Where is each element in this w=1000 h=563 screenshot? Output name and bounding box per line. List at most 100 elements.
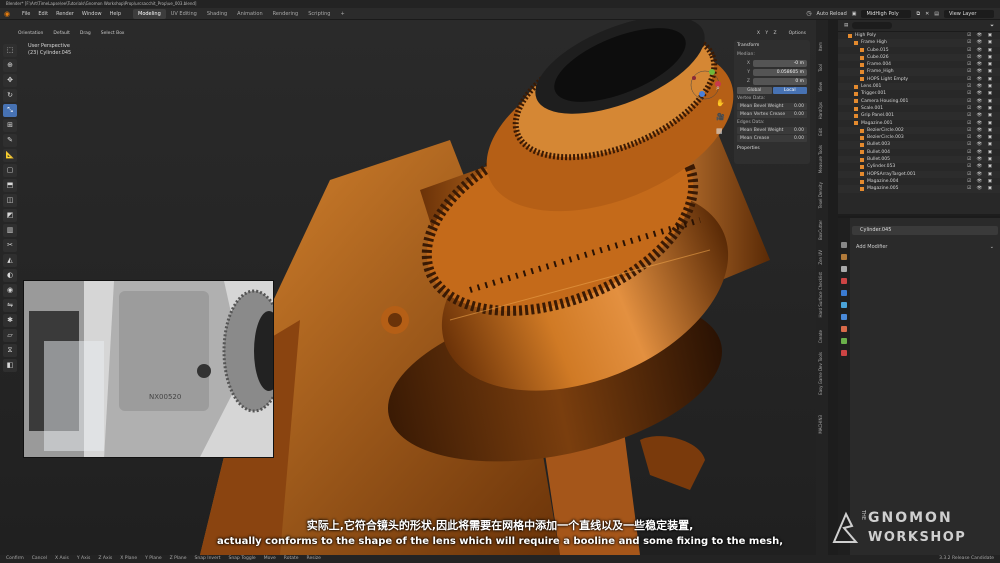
close-scene-icon[interactable]: ✕ — [925, 11, 929, 17]
tab-shading[interactable]: Shading — [202, 9, 232, 19]
zoom-icon[interactable]: ⌕ — [716, 84, 725, 93]
outliner-row[interactable]: Bullet.003 ☑ 👁 ▣ — [838, 141, 1000, 149]
modifier-props-icon[interactable] — [841, 290, 847, 296]
menu-file[interactable]: File — [18, 11, 34, 17]
outliner-row[interactable]: Cube.026 ☑ 👁 ▣ — [838, 53, 1000, 62]
particles-props-icon[interactable] — [841, 302, 847, 308]
tab-item[interactable]: Item — [818, 42, 823, 51]
tab-measure-tools[interactable]: Measure Tools — [818, 145, 823, 173]
move-icon[interactable]: ✥ — [3, 74, 17, 87]
outliner-search-input[interactable] — [852, 22, 893, 29]
tab-rendering[interactable]: Rendering — [268, 9, 304, 19]
pan-hand-icon[interactable]: ✋ — [716, 99, 725, 107]
outliner-row[interactable]: Cube.015 ☑ 👁 ▣ — [838, 47, 1000, 54]
edge-bevel-weight[interactable]: Mean Bevel Weight 0.00 — [737, 127, 807, 134]
rotate-icon[interactable]: ↻ — [3, 89, 17, 102]
edge-crease[interactable]: Mean Crease 0.00 — [737, 135, 807, 142]
tab-machin3[interactable]: MACHIN3 — [818, 415, 823, 434]
object-name-field[interactable]: Cylinder.045 — [852, 226, 998, 235]
tab-create[interactable]: Create — [818, 330, 823, 343]
visibility-toggles-icon[interactable]: ☑ 👁 ▣ — [967, 163, 1000, 170]
knife-icon[interactable]: ✂ — [3, 239, 17, 252]
outliner-row[interactable]: Cylinder.053 ☑ 👁 ▣ — [838, 163, 1000, 170]
copy-scene-icon[interactable]: ⧉ — [916, 11, 920, 17]
tab-scripting[interactable]: Scripting — [303, 9, 335, 19]
bevel-icon[interactable]: ◩ — [3, 209, 17, 222]
visibility-toggles-icon[interactable]: ☑ 👁 ▣ — [967, 90, 1000, 97]
rip-icon[interactable]: ⧖ — [3, 344, 17, 357]
tab-boxcutter[interactable]: BoxCutter — [818, 220, 823, 240]
visibility-toggles-icon[interactable]: ☑ 👁 ▣ — [967, 105, 1000, 112]
tab-tool[interactable]: Tool — [818, 64, 823, 72]
visibility-toggles-icon[interactable]: ☑ 👁 ▣ — [967, 178, 1000, 185]
annotate-icon[interactable]: ✎ — [3, 134, 17, 147]
menu-window[interactable]: Window — [78, 11, 106, 17]
tab-uv-editing[interactable]: UV Editing — [166, 9, 202, 19]
view-layer-selector[interactable]: View Layer — [944, 9, 994, 18]
outliner-row[interactable]: Scale.001 ☑ 👁 ▣ — [838, 105, 1000, 112]
transform-icon[interactable]: ⊞ — [3, 119, 17, 132]
tab-hard-surface-checklist[interactable]: Hard Surface Checklist — [818, 272, 823, 318]
visibility-toggles-icon[interactable]: ☑ 👁 ▣ — [967, 149, 1000, 156]
perspective-icon[interactable]: ▦ — [716, 127, 725, 135]
tab-animation[interactable]: Animation — [232, 9, 268, 19]
properties-header[interactable]: Properties — [737, 146, 807, 151]
tool-props-icon[interactable] — [841, 242, 847, 248]
x-field[interactable]: -0 m — [753, 59, 807, 67]
visibility-toggles-icon[interactable]: ☑ 👁 ▣ — [967, 171, 1000, 178]
outliner-row[interactable]: Lens.001 ☑ 👁 ▣ — [838, 83, 1000, 91]
scene-selector[interactable]: MidHigh Poly — [861, 9, 912, 18]
outliner-row[interactable]: Magazine.005 ☑ 👁 ▣ — [838, 185, 1000, 193]
smooth-icon[interactable]: ◉ — [3, 284, 17, 297]
add-cube-icon[interactable]: ▢ — [3, 164, 17, 177]
visibility-toggles-icon[interactable]: ☑ 👁 ▣ — [967, 83, 1000, 90]
global-toggle[interactable]: Global — [737, 87, 772, 94]
visibility-toggles-icon[interactable]: ☑ 👁 ▣ — [967, 127, 1000, 134]
menu-render[interactable]: Render — [52, 11, 78, 17]
visibility-toggles-icon[interactable]: ☑ 👁 ▣ — [967, 76, 1000, 83]
loop-cut-icon[interactable]: ▥ — [3, 224, 17, 237]
material-props-icon[interactable] — [841, 350, 847, 356]
outliner-row[interactable]: BezierCircle.002 ☑ 👁 ▣ — [838, 126, 1000, 135]
tab-easy-game-dev-tools[interactable]: Easy Game Dev Tools — [818, 352, 823, 395]
inset-icon[interactable]: ◫ — [3, 194, 17, 207]
edge-slide-icon[interactable]: ⇋ — [3, 299, 17, 312]
shrink-fatten-icon[interactable]: ✱ — [3, 314, 17, 327]
outliner-row[interactable]: Grip Panel.001 ☑ 👁 ▣ — [838, 112, 1000, 120]
visibility-toggles-icon[interactable]: ☑ 👁 ▣ — [967, 141, 1000, 148]
visibility-toggles-icon[interactable]: ☑ 👁 ▣ — [967, 68, 1000, 75]
visibility-toggles-icon[interactable]: ☑ 👁 ▣ — [967, 156, 1000, 163]
vertex-crease[interactable]: Mean Vertex Crease 0.00 — [737, 111, 807, 118]
local-toggle[interactable]: Local — [772, 87, 807, 94]
tab-modeling[interactable]: Modeling — [133, 8, 166, 19]
visibility-toggles-icon[interactable]: ☑ 👁 ▣ — [967, 39, 1000, 46]
cursor-icon[interactable]: ⊕ — [3, 59, 17, 72]
outliner-row[interactable]: Frame.004 ☑ 👁 ▣ — [838, 61, 1000, 68]
constraints-props-icon[interactable] — [841, 326, 847, 332]
outliner-row[interactable]: Trigger.001 ☑ 👁 ▣ — [838, 90, 1000, 97]
visibility-toggles-icon[interactable]: ☑ 👁 ▣ — [967, 185, 1000, 192]
outliner-row[interactable]: HOPSArrayTarget.001 ☑ 👁 ▣ — [838, 170, 1000, 178]
render-props-icon[interactable] — [841, 254, 847, 260]
scale-icon[interactable]: ⤡ — [3, 104, 17, 117]
blender-logo-icon[interactable]: ◉ — [4, 10, 14, 18]
outliner-display-icon[interactable]: ▤ — [844, 23, 848, 28]
outliner-row[interactable]: Magazine.001 ☑ 👁 ▣ — [838, 120, 1000, 127]
orientation-dropdown[interactable]: Default — [49, 29, 74, 37]
output-props-icon[interactable] — [841, 266, 847, 272]
visibility-toggles-icon[interactable]: ☑ 👁 ▣ — [967, 98, 1000, 105]
visibility-toggles-icon[interactable]: ☑ 👁 ▣ — [967, 112, 1000, 119]
visibility-toggles-icon[interactable]: ☑ 👁 ▣ — [967, 120, 1000, 127]
extrude-icon[interactable]: ⬒ — [3, 179, 17, 192]
select-box-icon[interactable]: ⬚ — [3, 44, 17, 57]
visibility-toggles-icon[interactable]: ☑ 👁 ▣ — [967, 54, 1000, 61]
tab-view[interactable]: View — [818, 82, 823, 92]
outliner-row[interactable]: Camera Housing.001 ☑ 👁 ▣ — [838, 97, 1000, 105]
outliner-row[interactable]: Magazine.004 ☑ 👁 ▣ — [838, 178, 1000, 185]
visibility-toggles-icon[interactable]: ☑ 👁 ▣ — [967, 61, 1000, 68]
visibility-toggles-icon[interactable]: ☑ 👁 ▣ — [967, 32, 1000, 39]
outliner-row[interactable]: HOPS Light Empty ☑ 👁 ▣ — [838, 76, 1000, 83]
outliner-row[interactable]: Frame High ☑ 👁 ▣ — [838, 39, 1000, 47]
physics-props-icon[interactable] — [841, 314, 847, 320]
add-modifier-dropdown[interactable]: Add Modifier ⌄ — [852, 244, 998, 250]
